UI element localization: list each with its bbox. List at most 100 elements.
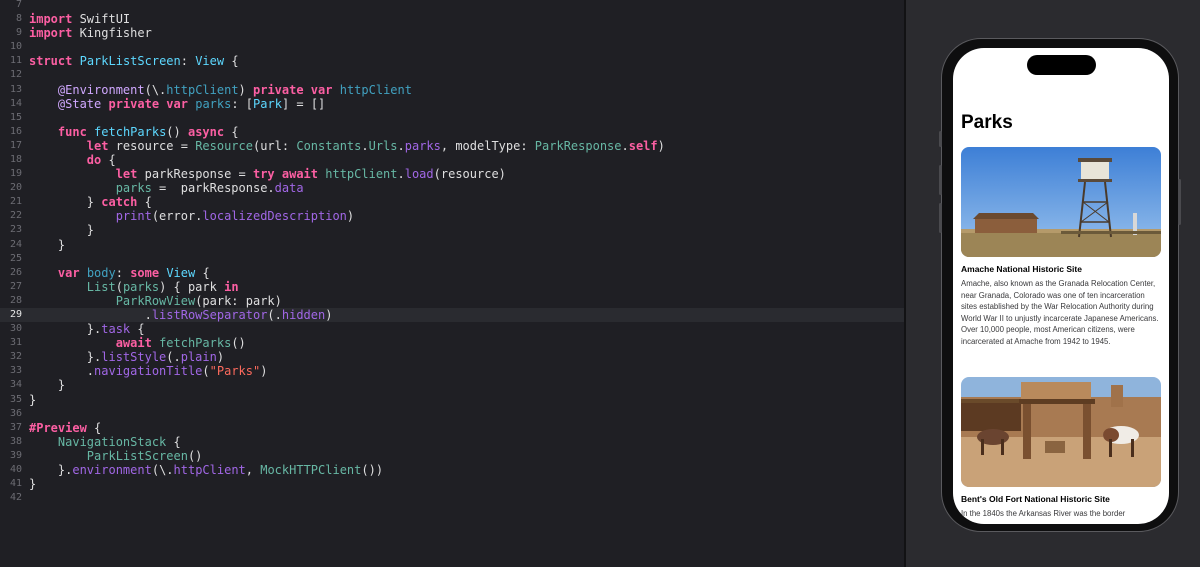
code-text[interactable]: }.environment(\.httpClient, MockHTTPClie… <box>29 463 383 477</box>
line-number: 19 <box>9 168 22 180</box>
code-line[interactable]: 12 <box>0 68 904 82</box>
code-text[interactable]: struct ParkListScreen: View { <box>29 54 239 68</box>
code-line[interactable]: 11 struct ParkListScreen: View { <box>0 54 904 68</box>
power-button <box>1178 179 1181 225</box>
line-number: 8 <box>15 13 22 25</box>
code-line[interactable]: 38 NavigationStack { <box>0 435 904 449</box>
code-text[interactable]: .listRowSeparator(.hidden) <box>29 308 333 322</box>
code-line[interactable]: 14 @State private var parks: [Park] = [] <box>0 97 904 111</box>
code-text[interactable]: }.listStyle(.plain) <box>29 350 224 364</box>
code-text[interactable]: print(error.localizedDescription) <box>29 209 354 223</box>
park-name: Amache National Historic Site <box>961 264 1082 274</box>
code-text[interactable]: import SwiftUI <box>29 12 130 26</box>
code-line[interactable]: 41} <box>0 477 904 491</box>
code-line[interactable]: 28 ParkRowView(park: park) <box>0 294 904 308</box>
code-line[interactable]: 37 #Preview { <box>0 421 904 435</box>
code-text[interactable]: ParkListScreen() <box>29 449 203 463</box>
line-number: 34 <box>9 379 22 391</box>
park-row[interactable]: Amache National Historic Site Amache, al… <box>961 147 1161 348</box>
line-number: 20 <box>9 182 22 194</box>
line-number: 40 <box>9 463 22 475</box>
code-line[interactable]: 34 } <box>0 378 904 392</box>
code-line[interactable]: 42 <box>0 491 904 505</box>
code-line[interactable]: 9 import Kingfisher <box>0 26 904 40</box>
line-number: 18 <box>9 153 22 165</box>
code-line[interactable]: 13 @Environment(\.httpClient) private va… <box>0 83 904 97</box>
line-number: 21 <box>9 196 22 208</box>
code-text[interactable]: List(parks) { park in <box>29 280 239 294</box>
code-line[interactable]: 22 print(error.localizedDescription) <box>0 209 904 223</box>
iphone-device-frame: Parks Amache National Historic Site Amac… <box>939 38 1181 532</box>
code-line[interactable]: 33 .navigationTitle("Parks") <box>0 364 904 378</box>
code-line[interactable]: 35} <box>0 393 904 407</box>
code-text[interactable]: func fetchParks() async { <box>29 125 239 139</box>
code-text[interactable]: } <box>29 393 36 407</box>
line-number: 38 <box>9 435 22 447</box>
code-text[interactable]: } <box>29 477 36 491</box>
code-line[interactable]: 16 func fetchParks() async { <box>0 125 904 139</box>
code-text[interactable]: ParkRowView(park: park) <box>29 294 282 308</box>
code-line[interactable]: 8 import SwiftUI <box>0 12 904 26</box>
line-number: 42 <box>9 492 22 504</box>
code-text[interactable]: } <box>29 223 94 237</box>
code-line[interactable]: 18 do { <box>0 153 904 167</box>
line-number: 13 <box>9 83 22 95</box>
code-line[interactable]: 36 <box>0 407 904 421</box>
line-number: 10 <box>9 41 22 53</box>
code-line[interactable]: 20 parks = parkResponse.data <box>0 181 904 195</box>
code-text[interactable]: } catch { <box>29 195 152 209</box>
code-editor[interactable]: 7 8 import SwiftUI 9 import Kingfisher 10 11 st… <box>0 0 904 567</box>
code-line[interactable]: 31 await fetchParks() <box>0 336 904 350</box>
code-text[interactable]: do { <box>29 153 116 167</box>
code-text[interactable]: NavigationStack { <box>29 435 181 449</box>
line-number: 39 <box>9 449 22 461</box>
code-text[interactable]: import Kingfisher <box>29 26 152 40</box>
code-line[interactable]: 32 }.listStyle(.plain) <box>0 350 904 364</box>
code-line[interactable]: 26 var body: some View { <box>0 266 904 280</box>
code-text[interactable]: .navigationTitle("Parks") <box>29 364 268 378</box>
line-number: 16 <box>9 125 22 137</box>
line-number: 24 <box>9 238 22 250</box>
line-number: 7 <box>15 0 22 10</box>
line-number: 37 <box>9 421 22 433</box>
code-text[interactable]: }.task { <box>29 322 145 336</box>
code-text[interactable]: await fetchParks() <box>29 336 246 350</box>
code-line[interactable]: 19 let parkResponse = try await httpClie… <box>0 167 904 181</box>
code-text[interactable]: let parkResponse = try await httpClient.… <box>29 167 506 181</box>
code-text[interactable]: } <box>29 238 65 252</box>
line-number: 25 <box>9 252 22 264</box>
line-number: 23 <box>9 224 22 236</box>
code-text[interactable]: @Environment(\.httpClient) private var h… <box>29 83 412 97</box>
park-description: Amache, also known as the Granada Reloca… <box>961 279 1159 346</box>
code-line[interactable]: 7 <box>0 0 904 12</box>
volume-up-button <box>939 165 942 195</box>
code-line[interactable]: 24 } <box>0 238 904 252</box>
dynamic-island <box>1027 55 1096 75</box>
code-text[interactable]: } <box>29 378 65 392</box>
code-line[interactable]: 25 <box>0 252 904 266</box>
park-name: Bent's Old Fort National Historic Site <box>961 494 1110 504</box>
line-number: 31 <box>9 337 22 349</box>
code-line[interactable]: 23 } <box>0 223 904 237</box>
line-number: 33 <box>9 365 22 377</box>
line-number: 11 <box>9 55 22 67</box>
code-line[interactable]: 40 }.environment(\.httpClient, MockHTTPC… <box>0 463 904 477</box>
line-number: 15 <box>9 111 22 123</box>
code-text[interactable]: @State private var parks: [Park] = [] <box>29 97 325 111</box>
code-line[interactable]: 10 <box>0 40 904 54</box>
code-line[interactable]: 21 } catch { <box>0 195 904 209</box>
code-line[interactable]: 27 List(parks) { park in <box>0 280 904 294</box>
code-text[interactable]: let resource = Resource(url: Constants.U… <box>29 139 665 153</box>
line-number: 29 <box>9 308 22 320</box>
line-number: 27 <box>9 280 22 292</box>
code-line[interactable]: 29 .listRowSeparator(.hidden) <box>0 307 904 322</box>
code-text[interactable]: var body: some View { <box>29 266 210 280</box>
park-image <box>961 147 1161 257</box>
code-text[interactable]: parks = parkResponse.data <box>29 181 304 195</box>
code-line[interactable]: 30 }.task { <box>0 322 904 336</box>
code-line[interactable]: 39 ParkListScreen() <box>0 449 904 463</box>
code-line[interactable]: 15 <box>0 111 904 125</box>
park-row[interactable]: Bent's Old Fort National Historic Site I… <box>961 377 1161 520</box>
code-text[interactable]: #Preview { <box>29 421 101 435</box>
code-line[interactable]: 17 let resource = Resource(url: Constant… <box>0 139 904 153</box>
